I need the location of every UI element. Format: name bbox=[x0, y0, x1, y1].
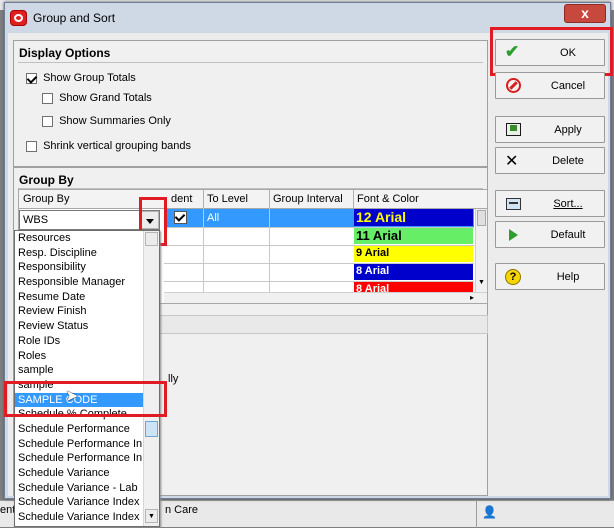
sort-button[interactable]: Sort... bbox=[495, 190, 605, 217]
dropdown-scroll-down-button[interactable]: ▼ bbox=[145, 509, 158, 523]
show-group-totals-label: Show Group Totals bbox=[43, 72, 136, 84]
show-group-totals-option[interactable]: Show Group Totals bbox=[26, 72, 136, 84]
cancel-button-label: Cancel bbox=[550, 80, 586, 92]
dropdown-item[interactable]: Schedule Performance bbox=[15, 422, 143, 437]
close-button[interactable]: x bbox=[564, 4, 606, 23]
dropdown-item[interactable]: Review Status bbox=[15, 319, 143, 334]
play-icon bbox=[509, 229, 518, 241]
apply-icon bbox=[506, 123, 521, 136]
indent-checkbox[interactable] bbox=[174, 211, 187, 224]
dropdown-item[interactable]: Schedule Variance Index bbox=[15, 510, 143, 525]
dropdown-items: Resources Resp. Discipline Responsibility R… bbox=[15, 231, 143, 526]
grid-header: Group By dent To Level Group Interval Fo… bbox=[19, 190, 487, 209]
font-color-cell[interactable]: 8 Arial bbox=[354, 263, 473, 280]
dropdown-item[interactable]: sample bbox=[15, 363, 143, 378]
show-grand-totals-checkbox[interactable] bbox=[42, 92, 53, 104]
mouse-cursor-icon: ➤ bbox=[65, 388, 79, 405]
dropdown-item[interactable]: Resp. Discipline bbox=[15, 246, 143, 261]
scroll-down-arrow-icon: ▼ bbox=[148, 513, 155, 520]
dropdown-item[interactable]: Responsibility bbox=[15, 260, 143, 275]
background-text-left: ent bbox=[0, 504, 16, 516]
apply-button[interactable]: Apply bbox=[495, 116, 605, 143]
no-entry-icon bbox=[506, 78, 521, 93]
col-header-to-level[interactable]: To Level bbox=[207, 193, 248, 205]
sort-icon bbox=[506, 198, 521, 210]
group-by-dropdown-list[interactable]: Resources Resp. Discipline Responsibility R… bbox=[14, 230, 160, 527]
show-group-totals-checkbox[interactable] bbox=[26, 72, 37, 84]
col-header-group-interval[interactable]: Group Interval bbox=[273, 193, 343, 205]
check-icon: ✔ bbox=[505, 42, 520, 61]
dropdown-item[interactable]: Schedule Performance In bbox=[15, 437, 143, 452]
background-label-partial: lly bbox=[168, 373, 179, 385]
dropdown-item[interactable]: Schedule Variance Index bbox=[15, 495, 143, 510]
dialog-client-area: Display Options Show Group Totals Show G… bbox=[4, 27, 613, 527]
group-by-combo-value: WBS bbox=[23, 214, 49, 226]
show-grand-totals-label: Show Grand Totals bbox=[59, 92, 152, 104]
dropdown-item[interactable]: Schedule Variance bbox=[15, 466, 143, 481]
group-by-title: Group By bbox=[19, 173, 74, 187]
show-summaries-only-checkbox[interactable] bbox=[42, 115, 53, 127]
shrink-bands-checkbox[interactable] bbox=[26, 140, 37, 152]
divider bbox=[18, 62, 483, 63]
background-status-text: n Care bbox=[165, 504, 199, 516]
to-level-value[interactable]: All bbox=[207, 212, 219, 224]
col-header-group-by[interactable]: Group By bbox=[23, 193, 69, 205]
display-options-panel: Display Options Show Group Totals Show G… bbox=[13, 40, 488, 167]
divider bbox=[476, 501, 477, 528]
delete-x-icon: ✕ bbox=[505, 153, 519, 170]
help-icon: ? bbox=[505, 269, 521, 285]
dropdown-item[interactable]: Schedule Performance In bbox=[15, 451, 143, 466]
user-icon: 👤 bbox=[482, 505, 497, 519]
default-button-label: Default bbox=[550, 229, 586, 241]
delete-button-label: Delete bbox=[552, 155, 584, 167]
show-summaries-only-option[interactable]: Show Summaries Only bbox=[42, 115, 171, 127]
sort-button-label: Sort... bbox=[553, 198, 583, 210]
dropdown-item[interactable]: Review Finish bbox=[15, 304, 143, 319]
group-and-sort-dialog: Group and Sort x Display Options Show Gr… bbox=[4, 2, 613, 527]
scroll-down-arrow-icon[interactable]: ▼ bbox=[478, 279, 485, 286]
shrink-bands-option[interactable]: Shrink vertical grouping bands bbox=[26, 140, 191, 152]
dropdown-item[interactable]: Resources bbox=[15, 231, 143, 246]
ok-button-label: OK bbox=[560, 47, 576, 59]
close-icon: x bbox=[581, 5, 589, 21]
default-button[interactable]: Default bbox=[495, 221, 605, 248]
dropdown-item[interactable]: Responsible Manager bbox=[15, 275, 143, 290]
dropdown-scrollbar-thumb[interactable] bbox=[145, 421, 158, 437]
display-options-title: Display Options bbox=[19, 46, 111, 60]
help-button-label: Help bbox=[556, 271, 580, 283]
dropdown-scrollbar[interactable]: ▼ bbox=[143, 231, 159, 526]
col-header-indent[interactable]: dent bbox=[171, 193, 192, 205]
ok-button[interactable]: ✔ OK bbox=[495, 39, 605, 66]
scrollbar-thumb[interactable] bbox=[477, 210, 486, 226]
help-button[interactable]: ? Help bbox=[495, 263, 605, 290]
shrink-bands-label: Shrink vertical grouping bands bbox=[43, 140, 192, 152]
dropdown-scroll-up-button[interactable] bbox=[145, 232, 158, 246]
font-color-cell[interactable]: 12 Arial bbox=[354, 209, 473, 226]
grid-horizontal-scrollbar[interactable]: ▸ bbox=[164, 292, 487, 303]
dropdown-item[interactable]: Roles bbox=[15, 349, 143, 364]
cancel-button[interactable]: Cancel bbox=[495, 72, 605, 99]
scroll-right-arrow-icon[interactable]: ▸ bbox=[470, 293, 474, 302]
delete-button[interactable]: ✕ Delete bbox=[495, 147, 605, 174]
app-icon bbox=[10, 10, 27, 26]
font-color-column: 12 Arial 11 Arial 9 Arial 8 Arial 8 Arial bbox=[353, 209, 475, 298]
dropdown-item[interactable]: Schedule Variance - Lab bbox=[15, 481, 143, 496]
font-color-cell[interactable]: 9 Arial bbox=[354, 245, 473, 262]
dropdown-item[interactable]: Resume Date bbox=[15, 290, 143, 305]
apply-button-label: Apply bbox=[554, 124, 582, 136]
col-header-font-color[interactable]: Font & Color bbox=[357, 193, 419, 205]
show-grand-totals-option[interactable]: Show Grand Totals bbox=[42, 92, 152, 104]
grid-vertical-scrollbar[interactable]: ▼ bbox=[475, 209, 487, 292]
font-color-cell[interactable]: 11 Arial bbox=[354, 227, 473, 244]
highlight-sample-code bbox=[4, 381, 167, 417]
show-summaries-only-label: Show Summaries Only bbox=[59, 115, 171, 127]
window-title: Group and Sort bbox=[33, 11, 116, 25]
dropdown-item[interactable]: Role IDs bbox=[15, 334, 143, 349]
